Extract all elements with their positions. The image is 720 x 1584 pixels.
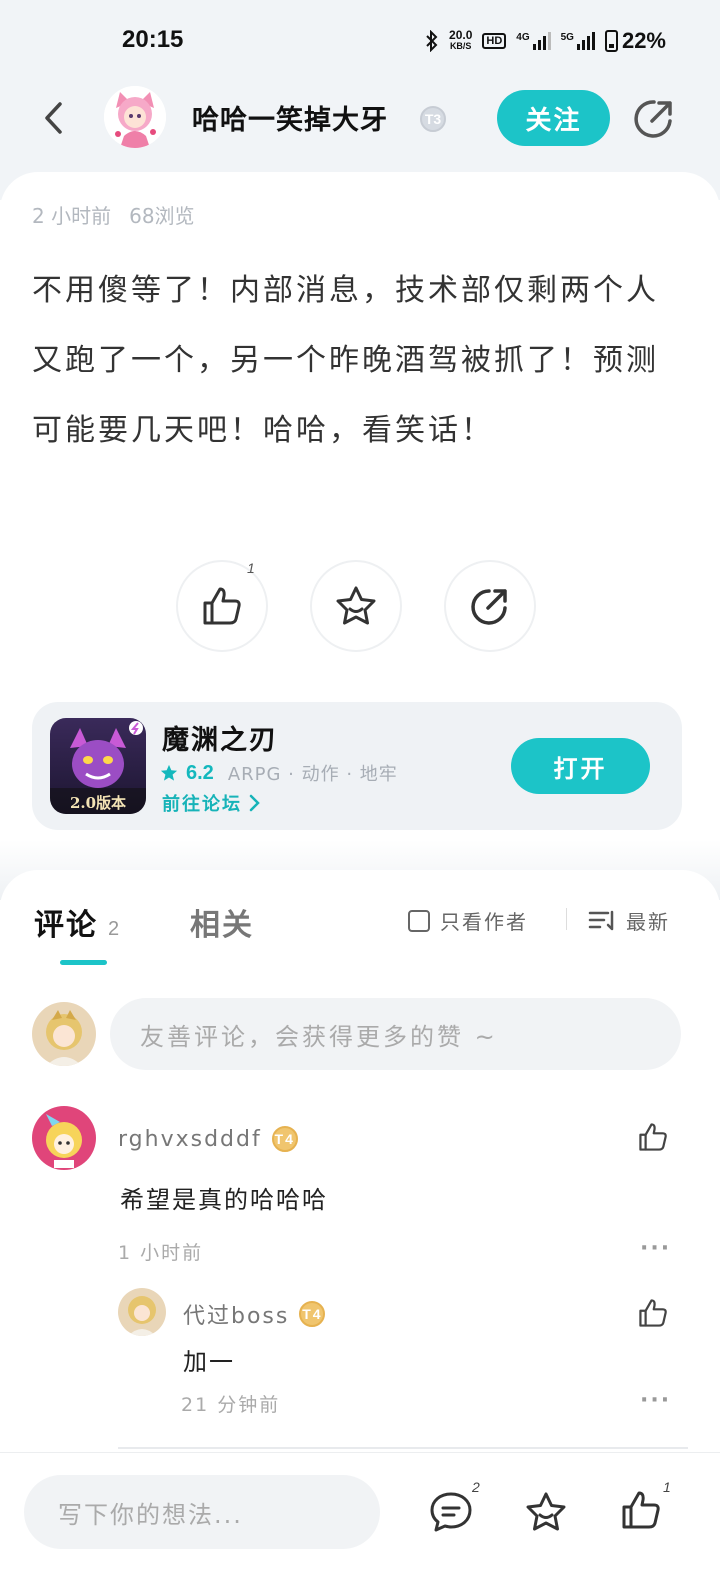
favorite-button[interactable] <box>310 560 402 652</box>
bottom-like-count: 1 <box>663 1479 671 1495</box>
game-score: 6.2 <box>186 761 214 784</box>
tab-comments-count: 2 <box>108 918 122 940</box>
game-forum-link[interactable]: 前往论坛 <box>162 790 260 816</box>
comment-like-button[interactable] <box>636 1120 670 1154</box>
author-only-label: 只看作者 <box>440 910 528 934</box>
my-avatar <box>32 1002 96 1066</box>
comment-more-button[interactable]: ··· <box>640 1236 671 1261</box>
author-avatar[interactable] <box>104 86 166 148</box>
comment-bubble-icon <box>430 1492 472 1532</box>
net-speed: 20.0 KB/S <box>449 28 473 52</box>
tab-comments-label: 评论 <box>34 908 98 943</box>
game-forum-label: 前往论坛 <box>162 794 242 815</box>
separator <box>118 1447 688 1449</box>
bottom-like-button[interactable] <box>618 1487 664 1533</box>
replier-level-badge: T4 <box>299 1301 326 1327</box>
game-card[interactable]: 2.0版本 魔渊之刃 6.2 ARPG · 动作 · 地牢 前往论坛 打开 <box>32 702 682 830</box>
commenter-name-row: rghvxsdddf T4 <box>118 1126 298 1152</box>
game-icon-caption: 2.0版本 <box>70 794 126 812</box>
battery-level: 22% <box>621 28 666 53</box>
sort-label: 最新 <box>626 910 670 934</box>
author-only-checkbox[interactable] <box>408 909 430 932</box>
divider <box>566 908 567 930</box>
commenter-avatar[interactable] <box>32 1106 96 1170</box>
thumbs-up-icon <box>639 1299 667 1327</box>
comments-count: 2 <box>472 1479 480 1495</box>
battery-icon <box>604 30 618 52</box>
tab-comments[interactable]: 评论 2 <box>34 900 121 944</box>
game-icon[interactable]: 2.0版本 <box>50 718 146 814</box>
reply-like-button[interactable] <box>636 1296 670 1330</box>
bottom-favorite-button[interactable] <box>523 1489 569 1535</box>
replier-name-row: 代过boss T4 <box>183 1298 326 1330</box>
share-post-button[interactable] <box>444 560 536 652</box>
commenter-name[interactable]: rghvxsdddf <box>118 1127 262 1152</box>
bluetooth-icon <box>425 30 439 52</box>
author-name[interactable]: 哈哈一笑掉大牙 <box>192 98 388 137</box>
bottom-bar: 写下你的想法... 2 1 <box>0 1452 720 1584</box>
star-icon <box>526 1492 566 1531</box>
replier-name[interactable]: 代过boss <box>183 1298 289 1330</box>
signal-4g-label: 4G <box>516 32 530 43</box>
star-filled-icon <box>160 764 178 782</box>
author-level-badge: T3 <box>420 106 446 132</box>
post-time: 2 小时前 <box>32 204 112 228</box>
comment-time: 1 小时前 <box>118 1242 204 1264</box>
star-icon <box>336 586 376 625</box>
open-game-button[interactable]: 打开 <box>511 738 650 794</box>
post-body: 不用傻等了！内部消息，技术部仅剩两个人又跑了一个，另一个昨晚酒驾被抓了！预测可能… <box>32 273 659 448</box>
chevron-right-icon <box>249 794 260 812</box>
chevron-left-icon <box>45 102 62 134</box>
hd-icon: HD <box>482 33 507 49</box>
net-speed-value: 20.0 <box>449 28 473 42</box>
post-meta: 2 小时前 68浏览 <box>32 200 195 229</box>
comments-button[interactable] <box>428 1489 474 1535</box>
follow-button[interactable]: 关注 <box>497 90 610 146</box>
sort-icon <box>588 910 614 930</box>
write-comment-input[interactable]: 写下你的想法... <box>24 1475 380 1549</box>
like-count: 1 <box>247 560 255 576</box>
sort-button[interactable]: 最新 <box>588 906 670 935</box>
replier-avatar[interactable] <box>118 1288 166 1336</box>
share-icon <box>634 100 672 138</box>
reply-time: 21 分钟前 <box>181 1394 281 1416</box>
signal-5g-icon: 5G <box>561 32 595 50</box>
post-header: 哈哈一笑掉大牙 T3 关注 <box>0 80 720 160</box>
thumbs-up-icon <box>203 587 241 625</box>
back-button[interactable] <box>34 98 74 138</box>
game-title[interactable]: 魔渊之刃 <box>162 718 278 757</box>
share-button[interactable] <box>632 97 676 141</box>
net-speed-unit: KB/S <box>449 41 472 51</box>
comment-text: 希望是真的哈哈哈 <box>120 1186 328 1214</box>
game-rating: 6.2 ARPG · 动作 · 地牢 <box>160 760 398 786</box>
share-icon <box>471 589 507 625</box>
signal-5g-label: 5G <box>560 32 574 43</box>
status-time: 20:15 <box>122 26 184 53</box>
reply-more-button[interactable]: ··· <box>640 1388 671 1413</box>
game-tags: ARPG · 动作 · 地牢 <box>227 764 398 785</box>
signal-4g-icon: 4G <box>516 32 551 50</box>
commenter-level-badge: T4 <box>271 1126 298 1152</box>
battery-indicator: 22% <box>604 28 666 54</box>
status-icons: 20.0 KB/S HD 4G 5G 22% <box>425 28 666 54</box>
post-views: 68浏览 <box>129 204 195 228</box>
status-bar: 20:15 20.0 KB/S HD 4G 5G 22% <box>0 0 720 80</box>
thumbs-up-icon <box>622 1491 660 1529</box>
thumbs-up-icon <box>639 1123 667 1151</box>
comment-input[interactable]: 友善评论，会获得更多的赞 ~ <box>110 998 681 1070</box>
reply-text: 加一 <box>183 1348 235 1376</box>
tab-related[interactable]: 相关 <box>190 900 254 944</box>
author-only-toggle[interactable]: 只看作者 <box>408 906 528 935</box>
active-tab-indicator <box>60 960 107 965</box>
